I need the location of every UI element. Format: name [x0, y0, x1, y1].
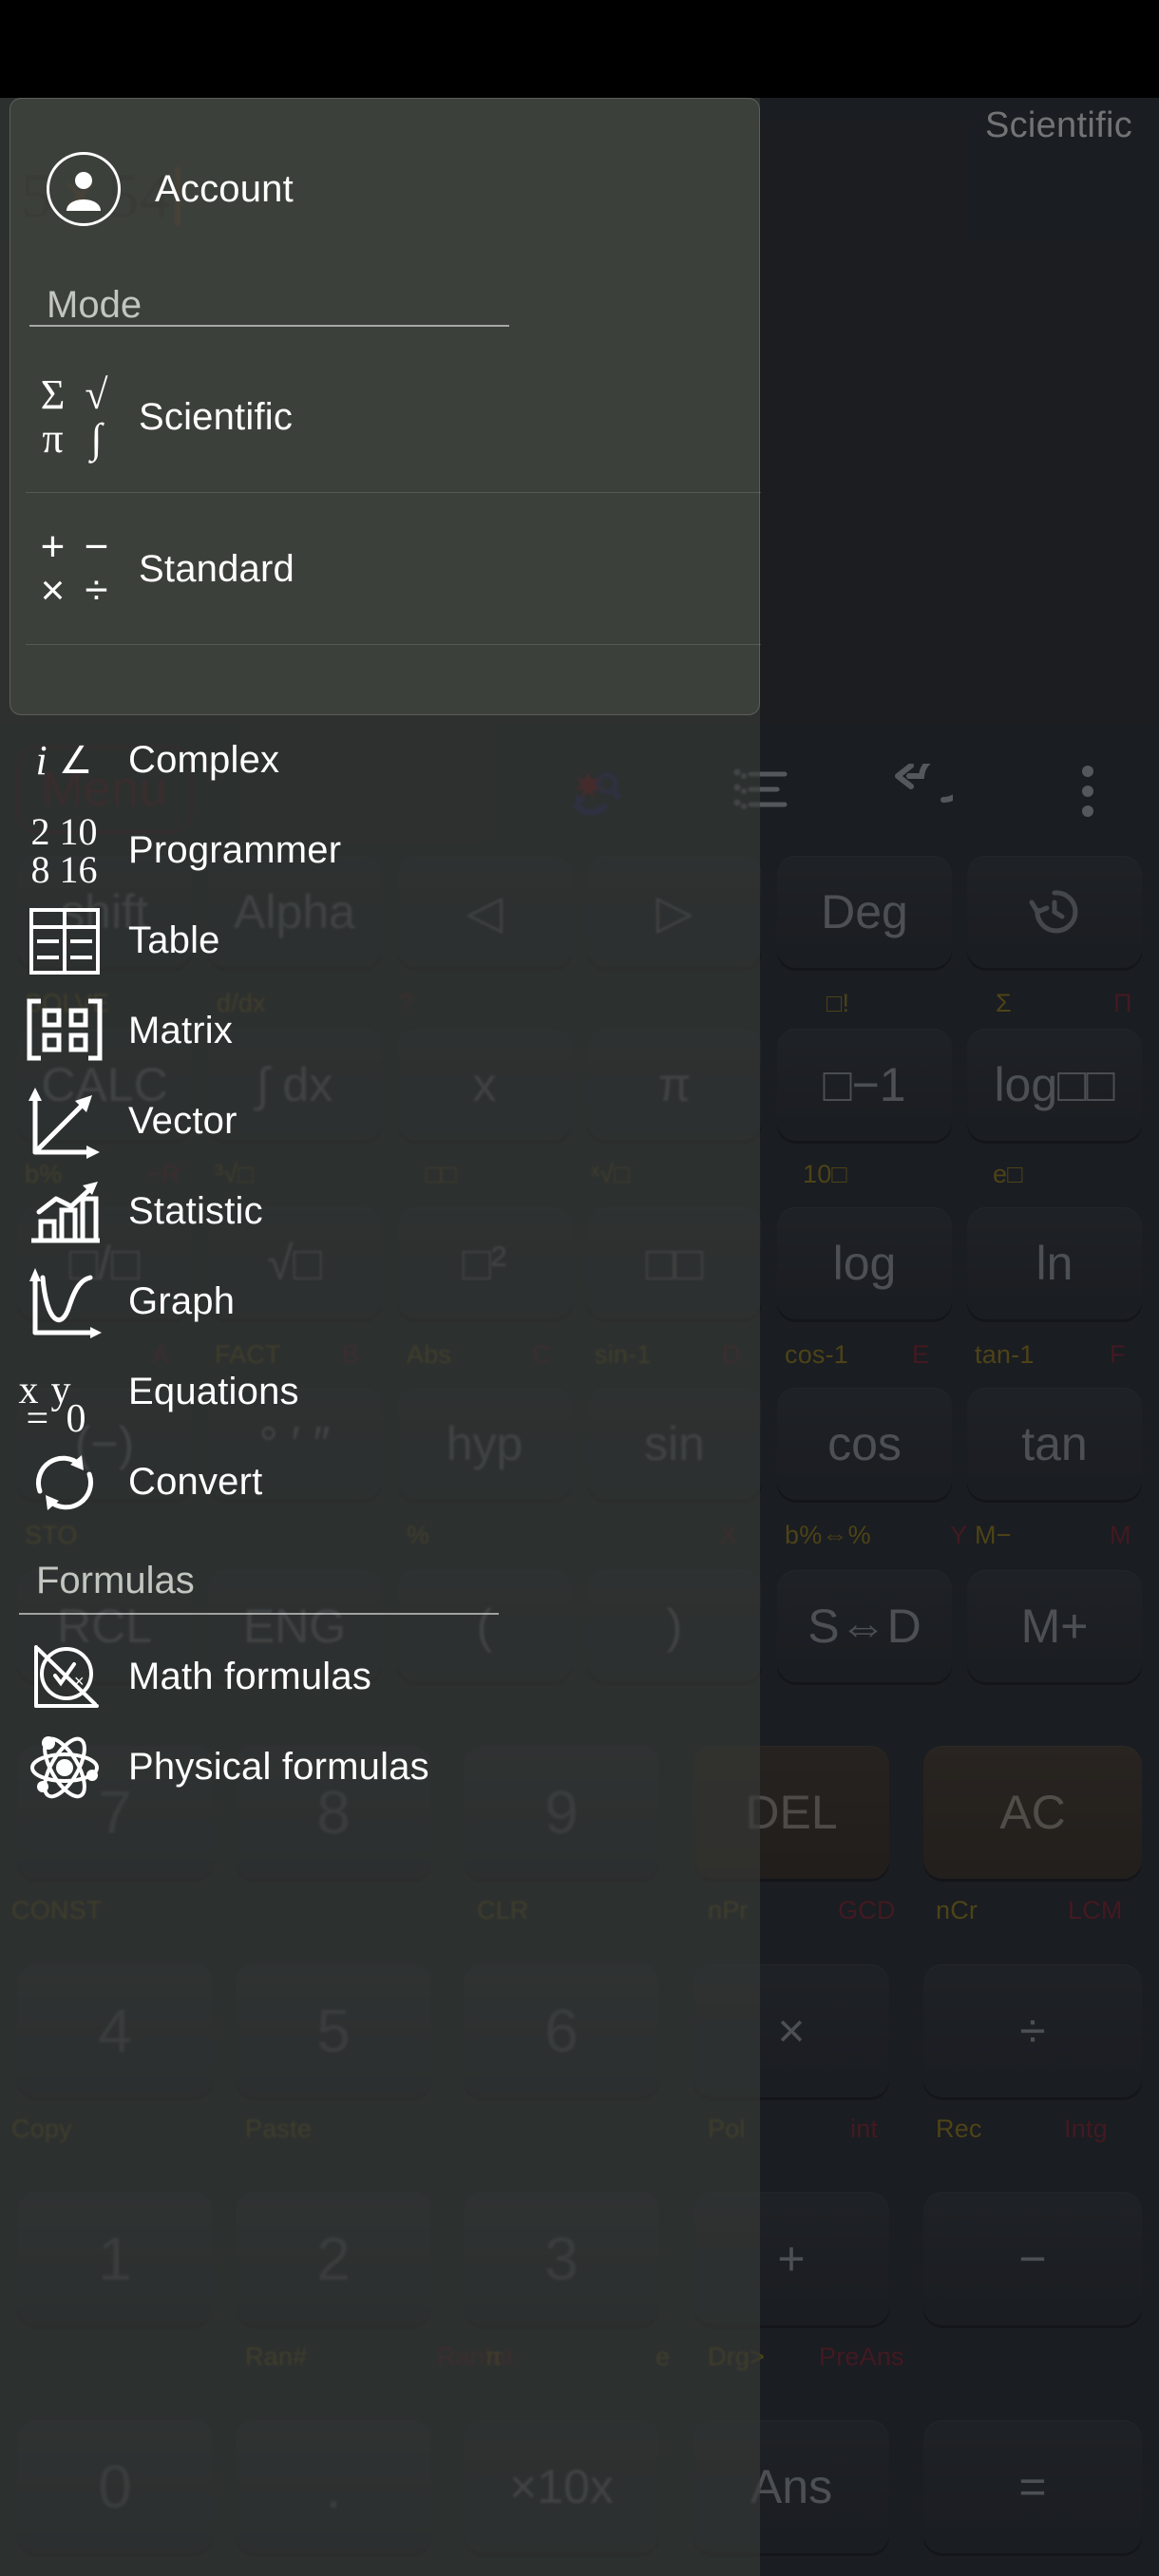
formulas-section-title: Formulas: [36, 1560, 195, 1601]
mode-list: Σ √ π ∫ Scientific + − × ÷ Standard: [10, 341, 761, 645]
drawer-label-complex: Complex: [128, 739, 280, 781]
key-label: nCr: [936, 1896, 978, 1924]
drawer-item-programmer[interactable]: 2 10 8 16 Programmer: [0, 805, 760, 896]
drawer-label-math-formulas: Math formulas: [128, 1656, 372, 1697]
key-label: e□: [993, 1160, 1023, 1188]
drawer-label-vector: Vector: [128, 1100, 238, 1142]
key-label: Y: [950, 1521, 968, 1549]
status-bar: [0, 0, 1159, 98]
vector-arrows-icon: [0, 1084, 128, 1160]
key-log-base[interactable]: log□□: [967, 1029, 1142, 1141]
key-label: 10□: [803, 1160, 847, 1188]
page-title: Scientific: [984, 105, 1132, 145]
key-label: GCD: [838, 1896, 896, 1924]
drawer-item-table[interactable]: Table: [0, 896, 760, 986]
drawer-label-statistic: Statistic: [128, 1190, 263, 1232]
convert-circular-arrows-icon: [0, 1446, 128, 1520]
mode-section-title: Mode: [47, 284, 142, 326]
drawer-item-equations[interactable]: x y = 0 Equations: [0, 1347, 760, 1441]
key-deg[interactable]: Deg: [777, 856, 952, 968]
key-label: b%⇔%: [785, 1521, 871, 1549]
plus-minus-times-divide-icon: + − × ÷: [40, 523, 109, 614]
svg-text:×: ×: [74, 1672, 85, 1691]
key-memory-plus[interactable]: M+: [967, 1570, 1142, 1682]
atom-icon: [0, 1730, 128, 1806]
key-label: PreAns: [819, 2342, 904, 2371]
key-divide[interactable]: ÷: [923, 1964, 1142, 2097]
matrix-brackets-icon: [0, 997, 128, 1066]
key-minus[interactable]: −: [923, 2192, 1142, 2325]
key-sd-toggle[interactable]: S⇔D: [777, 1570, 952, 1682]
key-label: M: [1110, 1521, 1131, 1549]
drawer-label-physical-formulas: Physical formulas: [128, 1746, 429, 1788]
drawer-item-scientific[interactable]: Σ √ π ∫ Scientific: [10, 341, 761, 493]
key-label: Π: [1113, 989, 1132, 1017]
table-grid-icon: [0, 906, 128, 976]
key-equals[interactable]: =: [923, 2420, 1142, 2553]
drawer-label-graph: Graph: [128, 1280, 236, 1322]
drawer-item-graph[interactable]: Graph: [0, 1257, 760, 1347]
drawer-label-equations: Equations: [128, 1371, 299, 1412]
navigation-drawer: Account Mode Σ √ π ∫ Scientific + − × ÷ …: [0, 98, 761, 2576]
drawer-item-physical-formulas[interactable]: Physical formulas: [0, 1722, 760, 1812]
formulas-section-rule: [19, 1613, 499, 1615]
sigma-sqrt-pi-integral-icon: Σ √ π ∫: [40, 371, 108, 462]
formulas-section: Formulas: [0, 1527, 760, 1632]
key-label: tan-1: [975, 1340, 1035, 1369]
drawer-label-table: Table: [128, 919, 220, 961]
key-label: int: [850, 2114, 879, 2143]
drawer-item-standard[interactable]: + − × ÷ Standard: [10, 493, 761, 645]
drawer-item-math-formulas[interactable]: × Math formulas: [0, 1632, 760, 1722]
key-label: □!: [826, 989, 850, 1017]
drawer-label-matrix: Matrix: [128, 1010, 234, 1051]
drawer-label-convert: Convert: [128, 1461, 263, 1503]
drawer-item-vector[interactable]: Vector: [0, 1076, 760, 1166]
screen-root: Scientific 5×54 Menu: [0, 0, 1159, 2576]
drawer-label-scientific: Scientific: [139, 395, 294, 438]
base-2-10-8-16-icon: 2 10 8 16: [30, 809, 98, 891]
key-ac[interactable]: AC: [923, 1746, 1142, 1879]
key-label: F: [1110, 1340, 1126, 1369]
key-label: Intg: [1064, 2114, 1108, 2143]
bar-chart-icon: [0, 1176, 128, 1248]
drawer-label-programmer: Programmer: [128, 829, 342, 871]
key-history[interactable]: [967, 856, 1142, 968]
key-label: M−: [975, 1521, 1012, 1549]
drawer-list: i ∠ Complex 2 10 8 16 Programmer Table M…: [0, 715, 760, 1812]
key-cos[interactable]: cos: [777, 1388, 952, 1500]
drawer-item-convert[interactable]: Convert: [0, 1437, 760, 1527]
math-formula-icon: ×: [0, 1639, 128, 1715]
complex-i-angle-icon: i ∠: [35, 737, 93, 784]
key-label: cos-1: [785, 1340, 849, 1369]
key-label: Rec: [936, 2114, 982, 2143]
key-label: LCM: [1068, 1896, 1123, 1924]
key-tan[interactable]: tan: [967, 1388, 1142, 1500]
overflow-menu-icon[interactable]: [1050, 755, 1126, 827]
key-log[interactable]: log: [777, 1207, 952, 1319]
key-label: Σ: [996, 989, 1012, 1017]
drawer-item-account[interactable]: Account: [10, 99, 761, 279]
drawer-item-complex[interactable]: i ∠ Complex: [0, 715, 760, 805]
key-inverse[interactable]: □−1: [777, 1029, 952, 1141]
drawer-item-matrix[interactable]: Matrix: [0, 986, 760, 1076]
drawer-label-standard: Standard: [139, 547, 294, 590]
undo-icon[interactable]: [884, 755, 960, 827]
mode-section-rule: [29, 325, 509, 327]
divider: [26, 644, 761, 645]
key-ln[interactable]: ln: [967, 1207, 1142, 1319]
drawer-item-statistic[interactable]: Statistic: [0, 1166, 760, 1257]
person-icon: [47, 152, 121, 226]
account-label: Account: [155, 167, 294, 210]
mode-card: Account Mode Σ √ π ∫ Scientific + − × ÷ …: [10, 98, 761, 715]
key-label: E: [912, 1340, 930, 1369]
curve-graph-icon: [0, 1264, 128, 1340]
xy-equals-zero-icon: x y = 0: [18, 1368, 86, 1441]
